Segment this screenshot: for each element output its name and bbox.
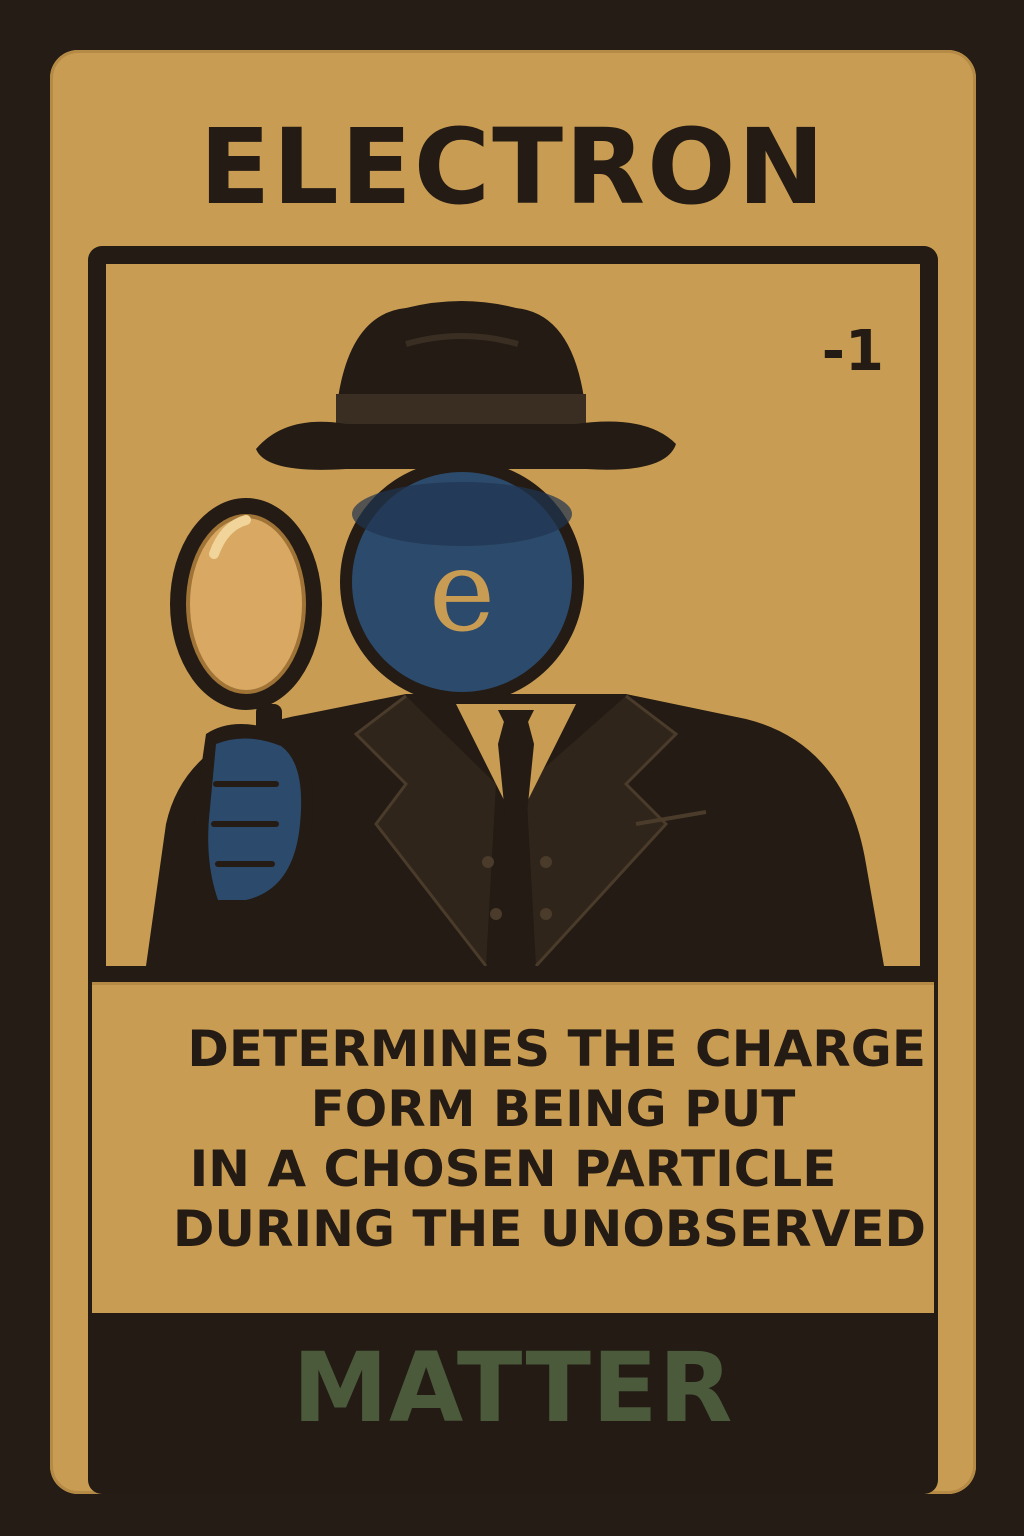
ability-line: FORM BEING PUT [310,1080,796,1138]
detective-electron-illustration: e [146,301,884,966]
ability-text-box: DETERMINES THE CHARGE FORM BEING PUT IN … [92,982,934,1313]
charge-value: -1 [821,319,884,384]
ability-text: DETERMINES THE CHARGE FORM BEING PUT IN … [92,1019,934,1259]
fedora-hat-icon [256,301,676,470]
ability-line: IN A CHOSEN PARTICLE [189,1140,837,1198]
electron-symbol: e [429,527,495,657]
page-background: ELECTRON e -1 DETERMINES THE CHARGE FORM… [0,0,1024,1536]
game-card[interactable]: ELECTRON e -1 DETERMINES THE CHARGE FORM… [50,50,976,1494]
ability-line: DETERMINES THE CHARGE [187,1020,926,1078]
card-illustration: e [106,264,920,966]
ability-line: DURING THE UNOBSERVED [172,1200,926,1258]
card-title: ELECTRON [199,106,827,228]
card-type: MATTER [292,1332,734,1444]
